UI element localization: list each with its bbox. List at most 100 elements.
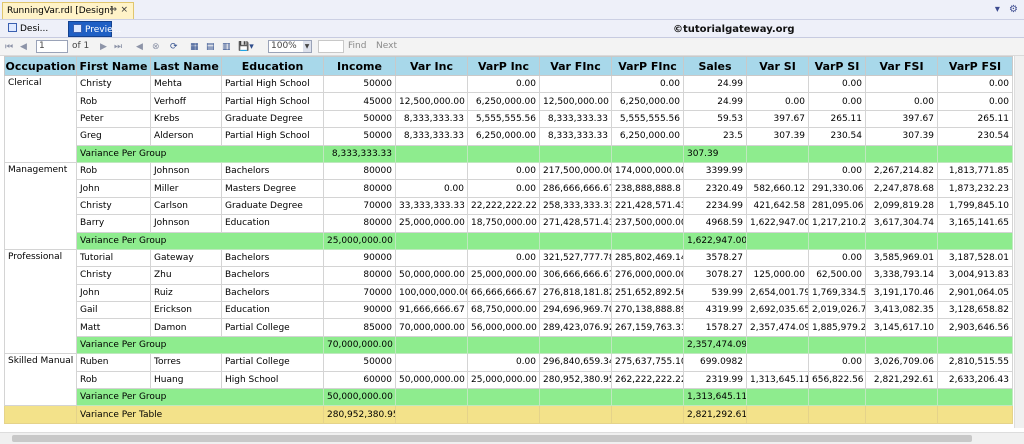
empty-cell (395, 388, 468, 407)
table-cell: 3,165,141.65 (937, 214, 1013, 233)
summary-income: 50,000,000.00 (323, 388, 396, 407)
zoom-select[interactable]: 100% ▼ (268, 40, 312, 53)
empty-cell (746, 388, 809, 407)
column-header: Education (221, 56, 324, 76)
find-next-button[interactable]: Next (376, 41, 397, 51)
print-layout-icon[interactable]: ▤ (206, 41, 215, 53)
table-cell: 0.00 (746, 92, 809, 111)
table-cell: 90000 (323, 301, 396, 320)
table-cell: Verhoff (150, 92, 222, 111)
table-cell: 267,159,763.31 (611, 318, 684, 337)
table-cell: Bachelors (221, 161, 324, 181)
table-cell: 2,633,206.43 (937, 370, 1013, 390)
table-cell: Partial High School (221, 127, 324, 146)
table-cell: 0.00 (808, 74, 866, 94)
table-cell: Miller (150, 179, 222, 198)
empty-cell (865, 335, 938, 355)
table-cell: 8,333,333.33 (395, 109, 468, 129)
refresh-icon[interactable]: ⟳ (170, 41, 178, 53)
page-number-input[interactable]: 1 (36, 40, 68, 53)
back-icon[interactable]: ◀ (136, 41, 143, 53)
first-page-icon[interactable]: ⏮ (5, 41, 13, 53)
table-cell: Carlson (150, 196, 222, 216)
find-button[interactable]: Find (348, 41, 366, 51)
last-page-icon[interactable]: ⏭ (114, 41, 122, 53)
table-cell: 294,696,969.70 (539, 301, 612, 320)
table-cell: 0.00 (395, 179, 468, 198)
table-cell: 3,026,709.06 (865, 353, 938, 372)
table-cell: 0.00 (467, 353, 540, 372)
previous-page-icon[interactable]: ◀ (20, 41, 27, 53)
table-cell: Ruiz (150, 283, 222, 303)
table-cell (746, 74, 809, 94)
empty-cell (808, 405, 866, 424)
empty-cell (539, 144, 612, 163)
find-input[interactable] (318, 40, 344, 53)
empty-cell (611, 335, 684, 355)
table-cell: 307.39 (746, 127, 809, 146)
table-row: Skilled Manual Ruben Torres Partial College… (4, 353, 1013, 407)
table-cell: 1,622,947.00 (746, 214, 809, 233)
column-header: Var FInc (539, 56, 612, 76)
stop-icon[interactable]: ⊗ (152, 41, 160, 53)
pin-icon[interactable]: ⇔ (109, 5, 117, 15)
table-cell: 321,527,777.78 (539, 248, 612, 268)
table-cell: Education (221, 301, 324, 320)
tab-design[interactable]: Desi... (4, 21, 66, 37)
table-cell: 285,802,469.14 (611, 248, 684, 268)
empty-cell (746, 335, 809, 355)
table-cell: Partial College (221, 353, 324, 372)
scrollbar-thumb[interactable] (12, 435, 972, 442)
table-cell: 60000 (323, 370, 396, 390)
table-cell: Education (221, 214, 324, 233)
table-cell: Rob (76, 370, 151, 390)
table-row: Rob Huang High School 60000 50,000,000.00 25,… (5, 370, 1013, 390)
table-cell: 33,333,333.33 (395, 196, 468, 216)
table-cell: 2,247,878.68 (865, 179, 938, 198)
empty-cell (539, 388, 612, 407)
page-setup-icon[interactable]: ▥ (222, 41, 231, 53)
table-cell: 125,000.00 (746, 266, 809, 285)
table-cell: 265.11 (937, 109, 1013, 129)
table-cell: 2,901,064.05 (937, 283, 1013, 303)
table-cell: 276,000,000.00 (611, 266, 684, 285)
table-cell: Johnson (150, 161, 222, 181)
table-cell: Partial High School (221, 74, 324, 94)
table-cell: 230.54 (808, 127, 866, 146)
table-cell (395, 248, 468, 268)
vertical-scrollbar[interactable] (1014, 56, 1024, 428)
empty-cell (746, 231, 809, 250)
group-summary-row: Variance Per Group 50,000,000.00 1,313,645… (5, 388, 1013, 407)
document-tab-title: RunningVar.rdl [Design] (7, 6, 114, 16)
table-cell: 2320.49 (683, 179, 747, 198)
empty-cell (611, 231, 684, 250)
table-cell: Partial High School (221, 92, 324, 111)
export-icon[interactable]: 💾▾ (238, 41, 254, 53)
close-icon[interactable]: × (120, 5, 128, 15)
table-cell: 85000 (323, 318, 396, 337)
group-summary-row: Variance Per Group 25,000,000.00 1,622,947… (5, 231, 1013, 250)
document-tab-bar: RunningVar.rdl [Design] ⇔ × ▾ ⚙ (0, 0, 1024, 20)
table-cell: 265.11 (808, 109, 866, 129)
table-cell: 174,000,000.00 (611, 161, 684, 181)
empty-cell (611, 144, 684, 163)
table-cell: 2,810,515.55 (937, 353, 1013, 372)
next-page-icon[interactable]: ▶ (100, 41, 107, 53)
table-cell: 12,500,000.00 (395, 92, 468, 111)
gear-icon[interactable]: ⚙ (1009, 4, 1018, 15)
table-cell: Rob (76, 161, 151, 181)
tab-preview[interactable]: Previe... (68, 21, 121, 37)
table-cell: 291,330.06 (808, 179, 866, 198)
document-tab[interactable]: RunningVar.rdl [Design] ⇔ × (2, 2, 134, 19)
table-row: Gail Erickson Education 90000 91,666,666.67 6… (5, 301, 1013, 320)
table-row: John Miller Masters Degree 80000 0.00 0.00 286… (5, 179, 1013, 198)
table-cell: 3578.27 (683, 248, 747, 268)
table-cell: 5,555,555.56 (611, 109, 684, 129)
column-header: VarP SI (808, 56, 866, 76)
print-icon[interactable]: ▦ (190, 41, 199, 53)
horizontal-scrollbar[interactable] (0, 432, 1024, 444)
dropdown-arrow-icon[interactable]: ▾ (995, 4, 1000, 15)
table-cell: 258,333,333.33 (539, 196, 612, 216)
table-cell (746, 353, 809, 372)
table-cell: Graduate Degree (221, 196, 324, 216)
